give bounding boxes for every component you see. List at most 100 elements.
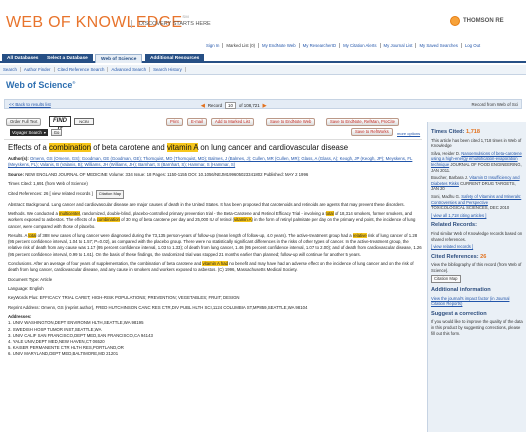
voyager-select[interactable]: Voyager Search ▾ (10, 129, 48, 136)
my-citation-alerts-link[interactable]: My Citation Alerts (340, 42, 381, 48)
thomson-orb-icon (450, 16, 460, 26)
concl-highlight: vitamin A had (202, 260, 228, 266)
results: Results. A total of 388 new cases of lun… (8, 232, 422, 258)
record-pager: ◀ Record 10 of 108,721 ▶ (201, 102, 267, 109)
more-options-link[interactable]: more options (397, 131, 420, 136)
sign-in-link[interactable]: Sign In (203, 42, 224, 48)
article-title: Effects of a combination of beta caroten… (8, 143, 422, 153)
suggest-note: If you would like to improve the quality… (431, 319, 523, 336)
my-saved-searches-link[interactable]: My Saved Searches (416, 42, 462, 48)
back-to-results-link[interactable]: << Back to results list (9, 102, 51, 107)
page-title: Web of Science® (6, 80, 75, 90)
add-to-marked-list-button[interactable]: Add to Marked List (211, 118, 254, 126)
log-out-link[interactable]: Log Out (462, 43, 483, 48)
my-endnote-web-link[interactable]: My EndNote Web (259, 42, 300, 48)
tab-all-databases[interactable]: All Databases (2, 54, 44, 63)
title-part: on lung cancer and cardiovascular diseas… (198, 143, 349, 152)
title-part: of beta carotene and (91, 143, 167, 152)
title-highlight: combination (49, 143, 92, 152)
title-highlight: vitamin A (166, 143, 199, 152)
save-endnote-web-button[interactable]: Save to EndNote Web (266, 118, 316, 126)
go-button[interactable]: Go (51, 129, 62, 136)
cited-references-heading: Cited References: 26 (431, 253, 523, 261)
email-button[interactable]: E-mail (187, 118, 207, 126)
address-item: 6. UNIV MARYLAND,DEPT MED,BALTIMORE,MD 2… (8, 351, 119, 357)
record-label: Record (207, 103, 223, 108)
methods-highlight: multicenter (59, 211, 80, 217)
times-cited-note: This article has been cited 1,718 times … (431, 137, 522, 149)
language: Language: English (8, 285, 44, 291)
citing-article: Silva, Heider D. Nanoemulsions of beta-c… (431, 151, 523, 173)
methods-highlight: vitamin A (234, 217, 252, 223)
tagline: DISCOVERY STARTS HERE (131, 20, 211, 28)
record-toolbar: Order Full Text FIND IT NCBI Print E-mai… (4, 114, 422, 140)
authors-list[interactable]: Omenn, GS (Omenn, GS); Goodman, GE (Good… (8, 156, 412, 167)
my-researcherid-link[interactable]: My ResearcherID (300, 42, 341, 48)
authors-label: Author(s): (8, 156, 29, 161)
title-part: Effects of a (8, 143, 50, 152)
save-refworks-button[interactable]: Save to RefWorks (351, 128, 393, 136)
ncbi-button[interactable]: NCBI (74, 118, 94, 125)
cited-refs-note: View the bibliography of this record (fr… (431, 262, 522, 273)
sidebar-citation-map-button[interactable]: Citation Map (431, 275, 461, 284)
times-cited-heading: Times Cited: 1,718 (431, 129, 523, 136)
sub-navigation: Search Author Finder Cited Reference Sea… (0, 65, 526, 75)
record-details: Effects of a combination of beta caroten… (8, 143, 422, 358)
authors: Author(s): Omenn, GS (Omenn, GS); Goodma… (8, 156, 422, 168)
additional-info-heading: Additional information (431, 287, 491, 294)
subnav-author-finder[interactable]: Author Finder (21, 67, 55, 72)
findit-button[interactable]: FIND IT (49, 116, 71, 133)
related-records-heading: Related Records: (431, 222, 478, 229)
subnav-advanced-search[interactable]: Advanced Search (108, 67, 151, 72)
citing-authors: Soni, Madhu G. (431, 193, 461, 199)
times-cited-label: Times Cited: (431, 129, 465, 135)
header: WEB OF KNOWLEDGESM DISCOVERY STARTS HERE… (0, 0, 526, 40)
tab-additional-resources[interactable]: Additional Resources (145, 54, 205, 63)
related-note: Find similar Web of Knowledge records ba… (431, 230, 523, 242)
keywords: KeyWords Plus: EFFICACY TRIAL CARET; HIG… (8, 295, 240, 301)
thomson-logo[interactable]: THOMSON RE (450, 16, 504, 26)
methods-highlight: total (325, 211, 334, 217)
citing-authors: Silva, Heider D. (431, 150, 461, 156)
view-related-link[interactable]: [ view related records ] (431, 244, 523, 250)
page-title-text: Web of Science (6, 80, 73, 90)
my-journal-list-link[interactable]: My Journal List (381, 42, 417, 48)
abstract: Abstract: Background. Lung cancer and ca… (8, 201, 405, 207)
marked-list-link[interactable]: Marked List (0) (223, 42, 260, 48)
record-source: Record from Web of Sci (471, 102, 518, 107)
next-record-icon[interactable]: ▶ (263, 103, 267, 109)
concl-part: Conclusions. After an average of four ye… (8, 260, 203, 266)
voyager-select-value: Voyager Search (12, 130, 42, 135)
subnav-search-history[interactable]: Search History (150, 67, 186, 72)
reprint-address: Reprint Address: Omenn, GS (reprint auth… (8, 304, 308, 310)
tab-web-of-science[interactable]: Web of Science (95, 54, 143, 63)
cited-refs-count[interactable]: 26 (480, 254, 486, 260)
conclusions: Conclusions. After an average of four ye… (8, 260, 422, 273)
methods-highlight: combination (96, 217, 120, 223)
suggest-correction-heading: Suggest a correction (431, 310, 487, 317)
results-part: of 388 new cases of lung cancer were dia… (36, 232, 353, 238)
view-all-citing-link[interactable]: [ view all 1,718 citing articles ] (431, 213, 523, 219)
results-part: Results. A (8, 232, 29, 238)
save-endnote-button[interactable]: Save to EndNote, RefMan, ProCite (326, 118, 399, 126)
cited-refs-label: Cited References: (431, 253, 479, 260)
methods-part: , randomized, double-blind, placebo-cont… (79, 211, 326, 217)
subnav-cited-reference-search[interactable]: Cited Reference Search (55, 67, 109, 72)
sidebar: Times Cited: 1,718 This article has been… (427, 122, 526, 432)
subnav-search[interactable]: Search (0, 67, 21, 72)
impact-factor-link[interactable]: View the journal's impact factor (in Jou… (431, 296, 523, 307)
source: Source: NEW ENGLAND JOURNAL OF MEDICINE … (8, 172, 422, 178)
citation-map-button[interactable]: Citation Map (95, 190, 125, 199)
document-type: Document Type: Article (8, 276, 53, 282)
cited-refs-text[interactable]: Cited References: 26 [ view related reco… (8, 191, 93, 196)
cited-references: Cited References: 26 [ view related reco… (8, 190, 422, 199)
logo-mark: SM (182, 14, 189, 19)
tab-select-database[interactable]: Select a Database (42, 54, 93, 63)
print-button[interactable]: Print (166, 118, 183, 126)
times-cited-count: 1,718 (466, 129, 481, 135)
chevron-down-icon: ▾ (43, 130, 46, 135)
top-links: Sign In Marked List (0) My EndNote Web M… (203, 40, 483, 50)
prev-record-icon[interactable]: ◀ (201, 103, 205, 109)
order-full-text-button[interactable]: Order Full Text (6, 118, 42, 126)
record-number: 10 (225, 102, 236, 109)
